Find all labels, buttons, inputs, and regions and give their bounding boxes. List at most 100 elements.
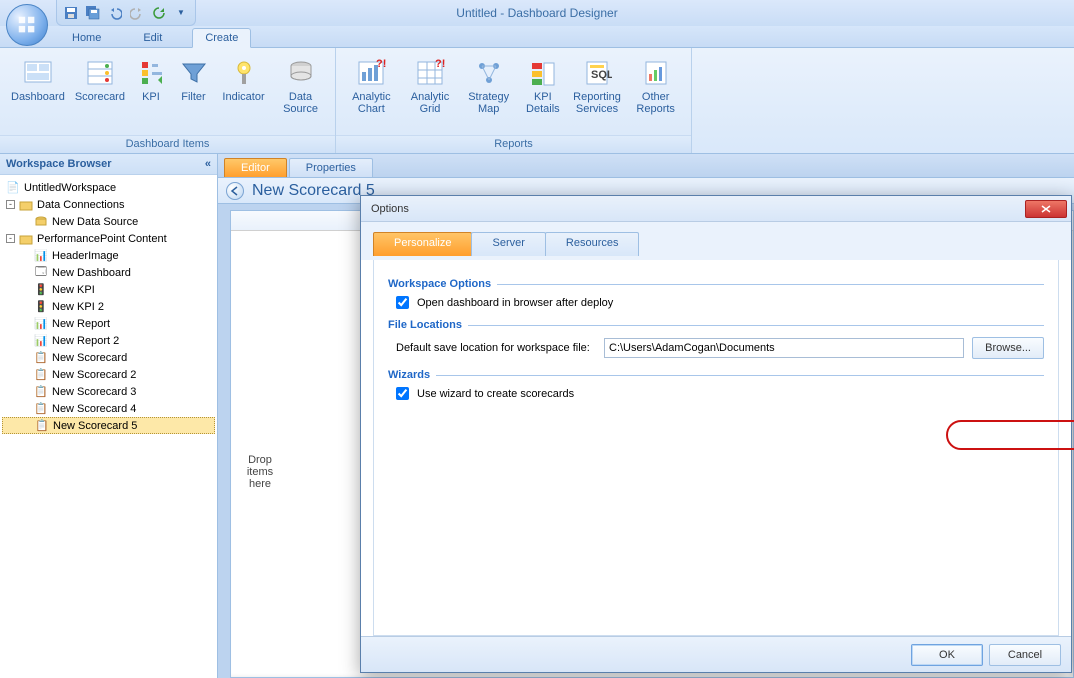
tree-node-new-kpi[interactable]: 🚦New KPI (2, 281, 215, 298)
report-small-icon: 📊 (34, 317, 48, 331)
ribbon-analytic-chart-label: Analytic Chart (352, 91, 391, 115)
svg-text:SQL: SQL (591, 69, 612, 81)
office-orb-button[interactable] (6, 4, 48, 46)
datasource-small-icon (34, 215, 48, 229)
ribbon-data-source[interactable]: Data Source (274, 54, 327, 118)
tab-properties[interactable]: Properties (289, 158, 373, 177)
ribbon-dashboard-label: Dashboard (11, 91, 65, 103)
dialog-tab-server[interactable]: Server (471, 232, 545, 256)
save-all-icon[interactable] (85, 5, 101, 21)
dialog-tab-resources[interactable]: Resources (545, 232, 640, 256)
dialog-body: Personalize Server Resources Workspace O… (361, 222, 1071, 636)
ribbon-spacer (692, 48, 1074, 153)
ribbon-indicator-label: Indicator (222, 91, 264, 103)
ribbon-analytic-grid[interactable]: ?!Analytic Grid (403, 54, 458, 118)
options-dialog: Options Personalize Server Resources Wor… (360, 195, 1072, 673)
workspace-browser-header: Workspace Browser « (0, 154, 217, 175)
svg-text:?!: ?! (376, 58, 386, 70)
strategy-map-icon (473, 57, 505, 89)
tree-node-data-connections[interactable]: -Data Connections (2, 196, 215, 213)
use-wizard-label[interactable]: Use wizard to create scorecards (417, 388, 574, 400)
tree-node-root[interactable]: 📄UntitledWorkspace (2, 179, 215, 196)
tab-editor[interactable]: Editor (224, 158, 287, 177)
refresh-icon[interactable] (151, 5, 167, 21)
tree-node-new-scorecard-3[interactable]: 📋New Scorecard 3 (2, 383, 215, 400)
ribbon-datasource-label: Data Source (283, 91, 318, 115)
ribbon-analytic-grid-label: Analytic Grid (411, 91, 450, 115)
open-browser-label[interactable]: Open dashboard in browser after deploy (417, 297, 613, 309)
tree-node-new-scorecard-4[interactable]: 📋New Scorecard 4 (2, 400, 215, 417)
workspace-browser-title: Workspace Browser (6, 158, 112, 170)
ribbon-kpi-details[interactable]: KPI Details (520, 54, 566, 118)
kpi-small-icon: 🚦 (34, 283, 48, 297)
tree-node-new-scorecard-2[interactable]: 📋New Scorecard 2 (2, 366, 215, 383)
collapse-panel-button[interactable]: « (205, 158, 211, 170)
dashboard-icon (22, 57, 54, 89)
use-wizard-checkbox[interactable] (396, 387, 409, 400)
dialog-footer: OK Cancel (361, 636, 1071, 672)
ribbon-filter-label: Filter (181, 91, 205, 103)
save-icon[interactable] (63, 5, 79, 21)
browse-button[interactable]: Browse... (972, 337, 1044, 359)
report-small-icon: 📊 (34, 334, 48, 348)
dialog-tab-personalize[interactable]: Personalize (373, 232, 472, 256)
ribbon-indicator[interactable]: Indicator (217, 54, 270, 106)
collapse-toggle-icon[interactable]: - (6, 200, 15, 209)
workspace-browser-panel: Workspace Browser « 📄UntitledWorkspace -… (0, 154, 218, 678)
ribbon-group-label-dashboard-items: Dashboard Items (0, 135, 335, 153)
filter-icon (178, 57, 210, 89)
indicator-icon (228, 57, 260, 89)
ribbon-kpi[interactable]: KPI (132, 54, 170, 106)
ok-button[interactable]: OK (911, 644, 983, 666)
ribbon-group-reports: ?!Analytic Chart ?!Analytic Grid Strateg… (336, 48, 692, 153)
ribbon-scorecard[interactable]: Scorecard (72, 54, 128, 106)
title-bar: ▼ Untitled - Dashboard Designer (0, 0, 1074, 26)
ribbon-kpi-details-label: KPI Details (526, 91, 560, 115)
quick-access-toolbar: ▼ (56, 0, 196, 26)
reporting-services-icon: SQL (581, 57, 613, 89)
tree-node-new-kpi-2[interactable]: 🚦New KPI 2 (2, 298, 215, 315)
tree-node-new-scorecard-5[interactable]: 📋New Scorecard 5 (2, 417, 215, 434)
save-location-row: Default save location for workspace file… (396, 337, 1044, 359)
cancel-button[interactable]: Cancel (989, 644, 1061, 666)
open-browser-checkbox[interactable] (396, 296, 409, 309)
scorecard-small-icon: 📋 (34, 368, 48, 382)
folder-icon (19, 232, 33, 246)
ribbon-scorecard-label: Scorecard (75, 91, 125, 103)
collapse-toggle-icon[interactable]: - (6, 234, 15, 243)
workspace-tree: 📄UntitledWorkspace -Data Connections New… (0, 175, 217, 678)
open-browser-row: Open dashboard in browser after deploy (396, 296, 1044, 309)
ribbon-reporting-services[interactable]: SQLReporting Services (570, 54, 625, 118)
dialog-titlebar[interactable]: Options (361, 196, 1071, 222)
ribbon-tabs: Home Edit Create (0, 26, 1074, 48)
redo-icon[interactable] (129, 5, 145, 21)
back-button[interactable] (226, 182, 244, 200)
tab-home[interactable]: Home (60, 29, 113, 47)
tree-node-new-report-2[interactable]: 📊New Report 2 (2, 332, 215, 349)
editor-tabs: Editor Properties (218, 154, 1074, 178)
ribbon-analytic-chart[interactable]: ?! Analytic Chart (344, 54, 399, 118)
ribbon-strategy-map-label: Strategy Map (468, 91, 509, 115)
ribbon-strategy-map[interactable]: Strategy Map (461, 54, 516, 118)
ribbon-dashboard[interactable]: Dashboard (8, 54, 68, 106)
analytic-grid-icon: ?! (414, 57, 446, 89)
qat-dropdown-icon[interactable]: ▼ (173, 5, 189, 21)
tab-create[interactable]: Create (192, 28, 251, 48)
ribbon-other-reports[interactable]: Other Reports (628, 54, 683, 118)
save-location-input[interactable] (604, 338, 964, 358)
dialog-pane-personalize: Workspace Options Open dashboard in brow… (373, 260, 1059, 636)
tree-node-headerimage[interactable]: 📊HeaderImage (2, 247, 215, 264)
tree-node-new-dashboard[interactable]: 🗔New Dashboard (2, 264, 215, 281)
tree-node-new-scorecard[interactable]: 📋New Scorecard (2, 349, 215, 366)
tree-node-pp-content[interactable]: -PerformancePoint Content (2, 230, 215, 247)
dialog-close-button[interactable] (1025, 200, 1067, 218)
editor-title: New Scorecard 5 (252, 182, 375, 200)
tab-edit[interactable]: Edit (131, 29, 174, 47)
tree-node-new-report[interactable]: 📊New Report (2, 315, 215, 332)
tree-node-new-data-source[interactable]: New Data Source (2, 213, 215, 230)
ribbon-filter[interactable]: Filter (174, 54, 213, 106)
report-small-icon: 📊 (34, 249, 48, 263)
undo-icon[interactable] (107, 5, 123, 21)
app-title: Untitled - Dashboard Designer (456, 6, 617, 20)
close-icon (1041, 205, 1051, 213)
